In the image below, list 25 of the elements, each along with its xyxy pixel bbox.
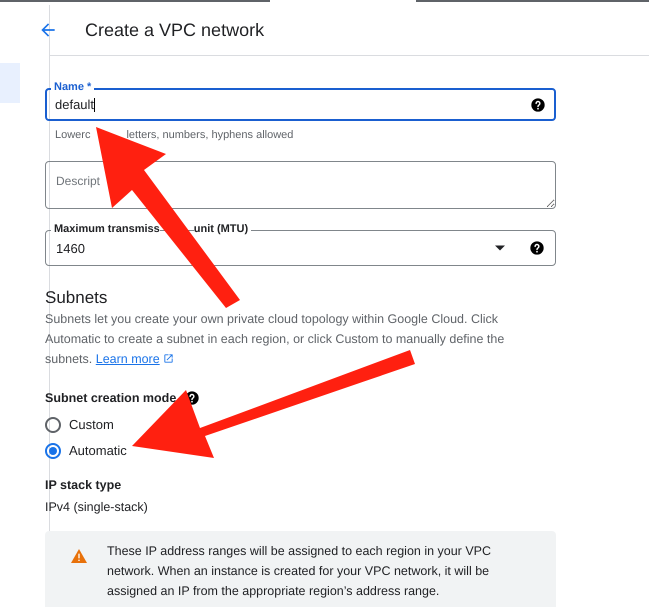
description-field[interactable]: Descript [45, 160, 556, 208]
help-icon[interactable] [529, 240, 545, 256]
field-label: IP stack type [45, 476, 122, 494]
radio-option[interactable]: Custom [45, 416, 114, 434]
group-label: Subnet creation mode [45, 390, 176, 407]
radio-option[interactable]: Automatic [45, 442, 127, 460]
warning-icon [71, 549, 87, 563]
radio-button[interactable] [45, 442, 61, 458]
external-link-icon [162, 353, 174, 364]
page-title: Create a VPC network [85, 18, 264, 42]
radio-button[interactable] [45, 416, 61, 432]
field-hint: letters, numbers, hyphens allowed [126, 128, 294, 143]
field-value: IPv4 (single-stack) [45, 499, 149, 516]
section-description: Subnets let you create your own private cloud topology within Google Cloud. Click Automatic to create a subnet in each region, or click Custom to manually define the subnets. Learn more [45, 308, 525, 369]
field-label: Maximum transmiss [51, 224, 160, 234]
field-value: default [55, 96, 96, 114]
field-label: unit (MTU) [194, 224, 252, 234]
dropdown-caret-icon [495, 244, 505, 250]
field-value: 1460 [56, 240, 86, 258]
field-hint: Lowerc [55, 128, 90, 143]
warning-text: These IP address ranges will be assigned to each region in your VPC network. When an instance is created for your VPC network, it will be assigned an IP from the appropriate region’s address range. [107, 543, 492, 600]
section-heading: Subnets [45, 286, 108, 308]
field-label: Name * [51, 82, 94, 93]
help-icon[interactable] [530, 96, 546, 112]
learn-more-link[interactable]: Learn more [96, 348, 174, 369]
